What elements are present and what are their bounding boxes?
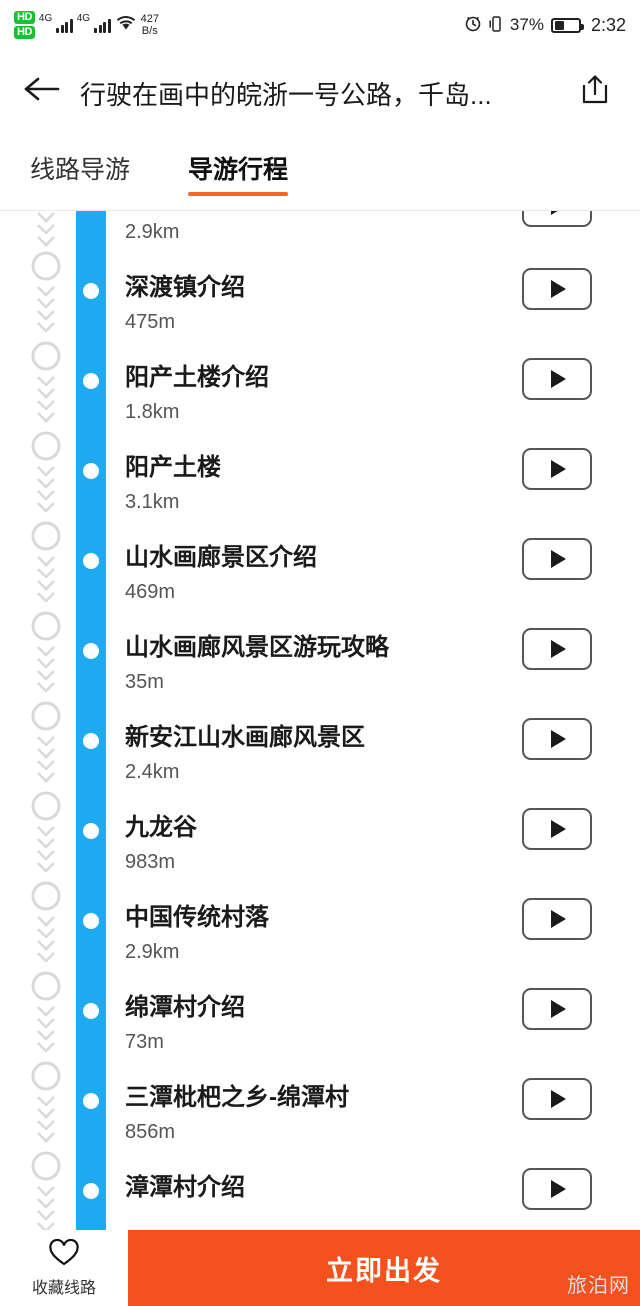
tab-itinerary[interactable]: 导游行程	[188, 150, 289, 196]
list-item[interactable]: 中国传统村落 2.9km	[0, 885, 640, 975]
phone-screen: HD HD 4G 4G 427 B/s 37% 2:32 行驶在画中的皖浙一号公…	[0, 0, 640, 1306]
timeline-dot	[83, 1183, 99, 1199]
list-item-title: 阳产土楼介绍	[125, 364, 269, 391]
list-item-title: 深渡镇介绍	[125, 274, 245, 301]
list-item-distance: 469m	[125, 581, 176, 603]
alarm-icon	[464, 14, 482, 36]
list-item-title: 漳潭村介绍	[125, 1174, 245, 1201]
status-bar-left: HD HD 4G 4G 427 B/s	[14, 11, 159, 39]
timeline-dot	[83, 463, 99, 479]
list-item-title: 新安江山水画廊风景区	[125, 724, 365, 751]
timeline-dot	[83, 1093, 99, 1109]
list-item-partial-top[interactable]: 2.9km	[0, 211, 640, 255]
clock: 2:32	[590, 14, 626, 35]
play-icon[interactable]	[522, 1078, 592, 1120]
app-bar: 行驶在画中的皖浙一号公路，千岛...	[0, 50, 640, 136]
list-item[interactable]: 山水画廊景区介绍 469m	[0, 525, 640, 615]
itinerary-items: 2.9km 深渡镇介绍 475m 阳产土楼介绍 1.8km 阳产土楼 3.1km	[0, 211, 640, 1245]
list-item[interactable]: 阳产土楼介绍 1.8km	[0, 345, 640, 435]
status-bar: HD HD 4G 4G 427 B/s 37% 2:32	[0, 0, 640, 50]
list-item[interactable]: 新安江山水画廊风景区 2.4km	[0, 705, 640, 795]
favorite-route-label: 收藏线路	[31, 1279, 96, 1297]
list-item[interactable]: 绵潭村介绍 73m	[0, 975, 640, 1065]
list-item[interactable]: 三潭枇杷之乡-绵潭村 856m	[0, 1065, 640, 1155]
list-item-title: 山水画廊风景区游玩攻略	[125, 634, 389, 661]
share-icon[interactable]	[578, 73, 618, 113]
vibrate-icon	[489, 15, 503, 36]
play-icon[interactable]	[522, 898, 592, 940]
timeline-dot	[83, 643, 99, 659]
list-item[interactable]: 山水画廊风景区游玩攻略 35m	[0, 615, 640, 705]
list-item-distance: 983m	[125, 851, 176, 873]
play-icon[interactable]	[522, 718, 592, 760]
play-icon[interactable]	[522, 628, 592, 670]
page-title: 行驶在画中的皖浙一号公路，千岛...	[80, 79, 492, 110]
network-type-2: 4G	[76, 13, 91, 24]
network-type-1: 4G	[38, 13, 53, 24]
timeline-dot	[83, 823, 99, 839]
play-icon[interactable]	[522, 358, 592, 400]
signal-bars-2	[94, 17, 111, 33]
play-icon[interactable]	[522, 808, 592, 850]
status-bar-right: 37% 2:32	[464, 14, 626, 36]
list-item-distance: 35m	[125, 671, 164, 693]
battery-icon	[550, 17, 584, 33]
hd-badge-2: HD	[14, 26, 35, 39]
tab-bar: 线路导游 导游行程	[0, 136, 640, 210]
list-item-distance: 475m	[125, 311, 176, 333]
heart-icon	[48, 1238, 80, 1272]
back-arrow-icon[interactable]	[22, 73, 62, 113]
timeline-dot	[83, 733, 99, 749]
play-icon[interactable]	[522, 448, 592, 490]
data-rate: 427 B/s	[141, 13, 159, 37]
data-rate-unit: B/s	[141, 25, 158, 37]
data-rate-value: 427	[140, 13, 159, 25]
play-icon[interactable]	[522, 538, 592, 580]
list-item-title: 绵潭村介绍	[125, 994, 245, 1021]
list-item[interactable]: 阳产土楼 3.1km	[0, 435, 640, 525]
list-item-distance: 2.9km	[125, 221, 180, 243]
list-item-distance: 3.1km	[125, 491, 180, 513]
list-item-distance: 2.4km	[125, 761, 180, 783]
list-item[interactable]: 深渡镇介绍 475m	[0, 255, 640, 345]
wifi-icon	[115, 15, 137, 35]
timeline-dot	[83, 553, 99, 569]
hd-badges: HD HD	[14, 11, 35, 39]
play-icon[interactable]	[522, 1168, 592, 1210]
list-item[interactable]: 九龙谷 983m	[0, 795, 640, 885]
bottom-bar: 收藏线路 立即出发	[0, 1230, 640, 1306]
list-item-title: 九龙谷	[125, 814, 197, 841]
list-item-distance: 1.8km	[125, 401, 180, 423]
list-item-title: 中国传统村落	[125, 904, 269, 931]
list-item-title: 阳产土楼	[125, 454, 221, 481]
timeline-dot	[83, 913, 99, 929]
play-icon[interactable]	[522, 268, 592, 310]
timeline-dot	[83, 283, 99, 299]
tab-route-guide[interactable]: 线路导游	[30, 150, 130, 196]
play-icon[interactable]	[522, 988, 592, 1030]
play-icon[interactable]	[522, 211, 592, 227]
timeline-dot	[83, 1003, 99, 1019]
list-item-title: 山水画廊景区介绍	[125, 544, 317, 571]
start-trip-button[interactable]: 立即出发	[128, 1230, 640, 1306]
list-item-title: 三潭枇杷之乡-绵潭村	[125, 1084, 349, 1111]
list-item-distance: 73m	[125, 1031, 164, 1053]
battery-percent: 37%	[509, 15, 544, 34]
hd-badge-1: HD	[14, 11, 35, 24]
signal-bars-1	[56, 17, 73, 33]
favorite-route-button[interactable]: 收藏线路	[0, 1230, 128, 1306]
list-item-distance: 856m	[125, 1121, 176, 1143]
list-item-distance: 2.9km	[125, 941, 180, 963]
timeline-dot	[83, 373, 99, 389]
itinerary-list-container[interactable]: 2.9km 深渡镇介绍 475m 阳产土楼介绍 1.8km 阳产土楼 3.1km	[0, 211, 640, 1281]
